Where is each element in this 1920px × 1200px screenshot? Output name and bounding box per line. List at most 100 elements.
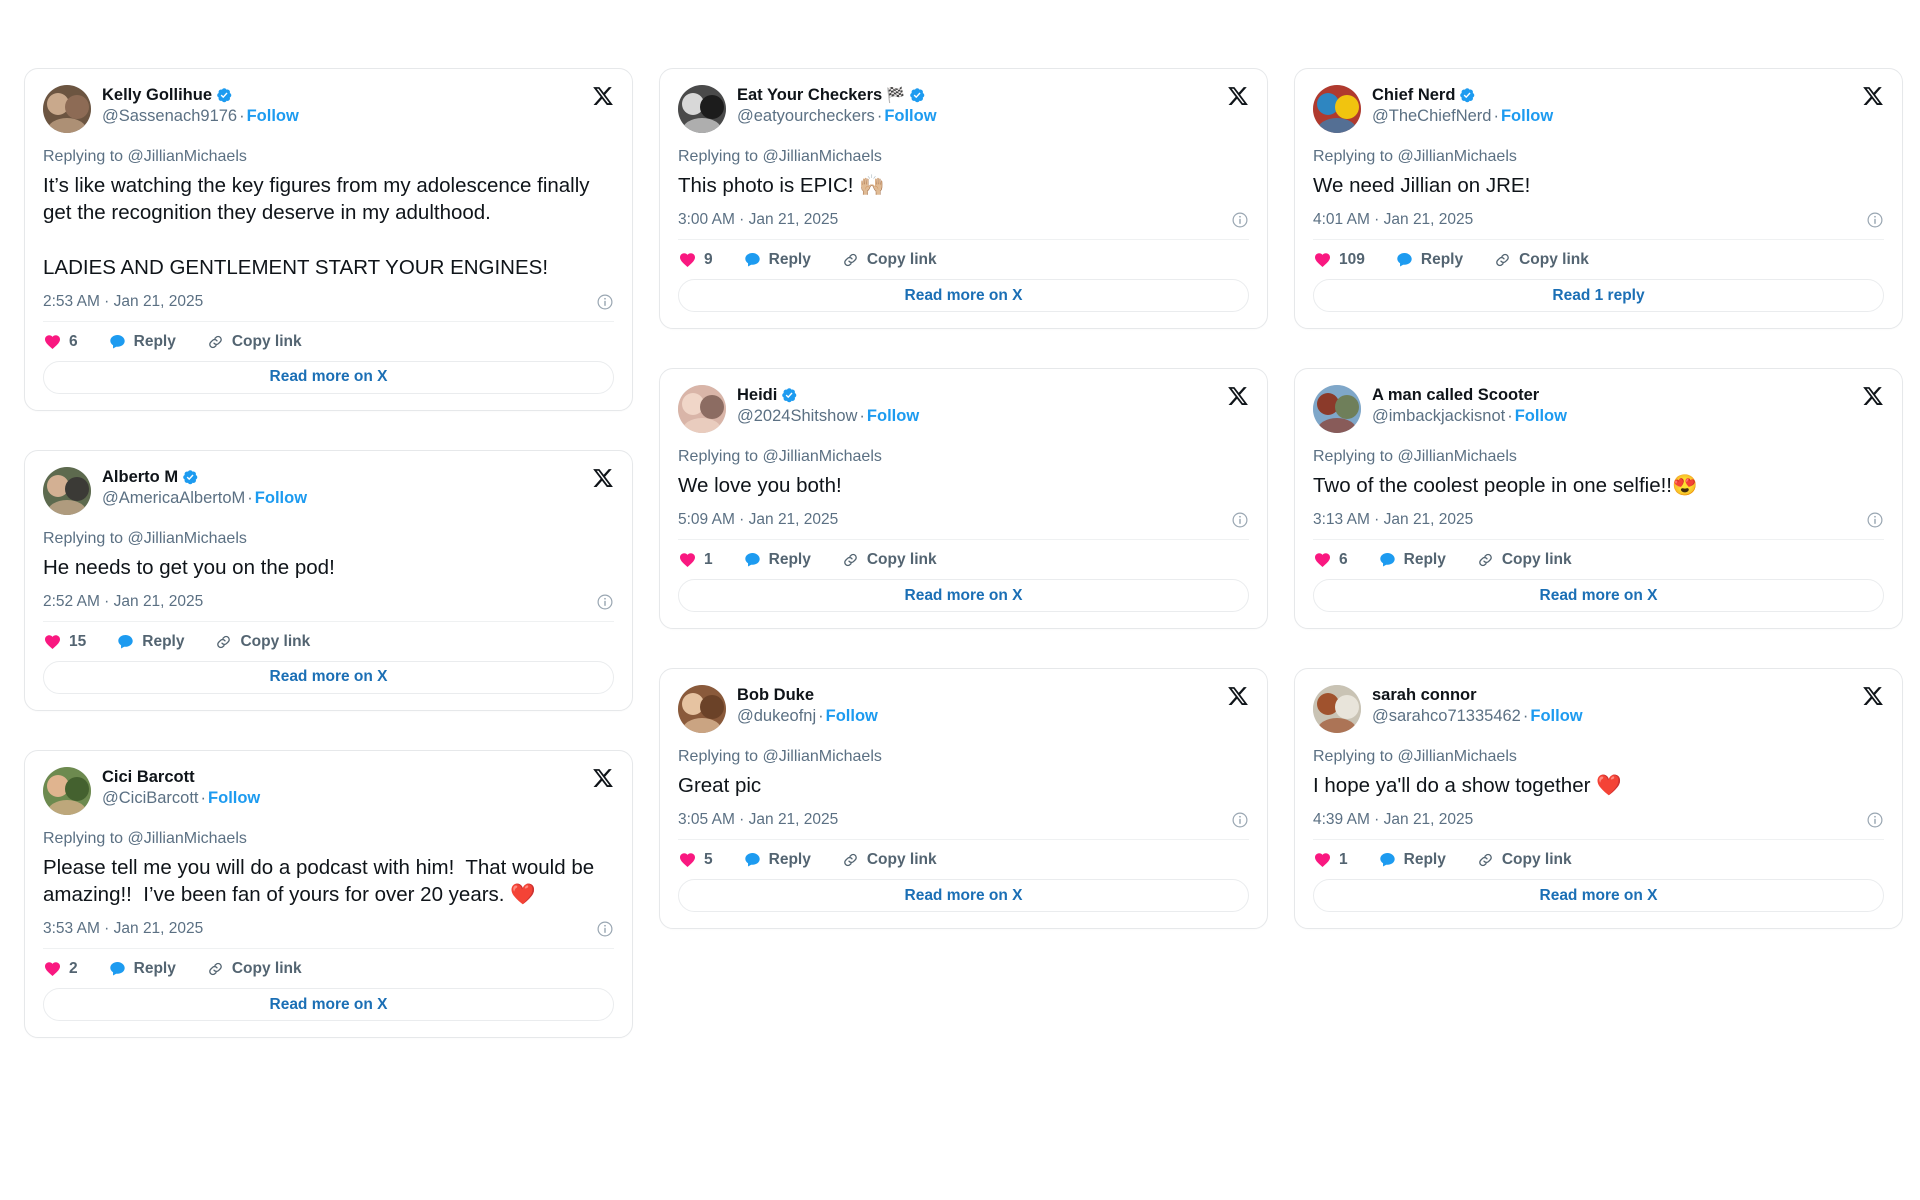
reply-action[interactable]: Reply <box>108 960 176 978</box>
author-handle[interactable]: @imbackjackisnot <box>1372 407 1505 425</box>
x-logo-icon[interactable] <box>1862 85 1884 107</box>
link-chain-icon[interactable] <box>1476 551 1495 569</box>
author-display-name[interactable]: Bob Duke <box>737 686 814 705</box>
info-icon[interactable] <box>1231 211 1249 229</box>
author-handle[interactable]: @dukeofnj <box>737 707 816 725</box>
link-chain-icon[interactable] <box>841 851 860 869</box>
read-more-button[interactable]: Read more on X <box>43 660 614 694</box>
x-logo-icon[interactable] <box>1862 685 1884 707</box>
speech-bubble-icon[interactable] <box>116 633 135 651</box>
reply-action[interactable]: Reply <box>116 633 184 651</box>
reply-action[interactable]: Reply <box>1378 851 1446 869</box>
x-logo-icon[interactable] <box>1227 385 1249 407</box>
author-handle[interactable]: @Sassenach9176 <box>102 107 237 125</box>
heart-icon[interactable] <box>1313 251 1332 269</box>
x-logo-icon[interactable] <box>1227 85 1249 107</box>
x-logo-icon[interactable] <box>1862 85 1884 107</box>
avatar[interactable] <box>43 766 91 815</box>
x-logo-icon[interactable] <box>592 467 614 489</box>
heart-icon[interactable] <box>678 551 697 569</box>
author-display-name[interactable]: Chief Nerd <box>1372 86 1455 105</box>
heart-icon[interactable] <box>678 851 697 869</box>
avatar[interactable] <box>1313 385 1361 434</box>
reply-action[interactable]: Reply <box>743 251 811 269</box>
info-icon[interactable] <box>596 593 614 611</box>
follow-button[interactable]: Follow <box>1501 107 1553 125</box>
read-more-button[interactable]: Read more on X <box>678 279 1249 313</box>
speech-bubble-icon[interactable] <box>1378 551 1397 569</box>
info-icon[interactable] <box>596 920 614 938</box>
copy-link-action[interactable]: Copy link <box>1476 551 1572 569</box>
speech-bubble-icon[interactable] <box>1395 251 1414 269</box>
avatar[interactable] <box>43 85 91 133</box>
x-logo-icon[interactable] <box>1227 385 1249 407</box>
author-display-name[interactable]: A man called Scooter <box>1372 386 1539 405</box>
info-icon[interactable] <box>1231 511 1249 529</box>
avatar[interactable] <box>1313 85 1361 133</box>
info-icon[interactable] <box>596 593 614 611</box>
avatar[interactable] <box>678 385 726 434</box>
speech-bubble-icon[interactable] <box>743 551 762 569</box>
follow-button[interactable]: Follow <box>1515 407 1567 425</box>
reply-action[interactable]: Reply <box>108 333 176 351</box>
link-chain-icon[interactable] <box>841 551 860 569</box>
avatar[interactable] <box>678 85 726 133</box>
x-logo-icon[interactable] <box>1227 685 1249 707</box>
copy-link-action[interactable]: Copy link <box>841 851 937 869</box>
like-action[interactable]: 6 <box>1313 551 1348 569</box>
follow-button[interactable]: Follow <box>884 107 936 125</box>
heart-icon[interactable] <box>678 251 697 269</box>
avatar[interactable] <box>1313 685 1361 734</box>
author-handle[interactable]: @CiciBarcott <box>102 789 199 807</box>
info-icon[interactable] <box>1866 211 1884 229</box>
info-icon[interactable] <box>1231 211 1249 229</box>
author-display-name[interactable]: Cici Barcott <box>102 768 195 787</box>
speech-bubble-icon[interactable] <box>108 333 127 351</box>
x-logo-icon[interactable] <box>592 767 614 789</box>
x-logo-icon[interactable] <box>592 767 614 789</box>
speech-bubble-icon[interactable] <box>743 851 762 869</box>
heart-icon[interactable] <box>43 333 62 351</box>
info-icon[interactable] <box>1231 811 1249 829</box>
author-handle[interactable]: @TheChiefNerd <box>1372 107 1491 125</box>
speech-bubble-icon[interactable] <box>1378 851 1397 869</box>
read-more-button[interactable]: Read more on X <box>43 988 614 1022</box>
read-more-button[interactable]: Read more on X <box>1313 579 1884 613</box>
info-icon[interactable] <box>1866 511 1884 529</box>
follow-button[interactable]: Follow <box>1530 707 1582 725</box>
avatar[interactable] <box>43 466 91 515</box>
info-icon[interactable] <box>1866 211 1884 229</box>
author-handle[interactable]: @eatyourcheckers <box>737 107 875 125</box>
x-logo-icon[interactable] <box>1862 385 1884 407</box>
like-action[interactable]: 1 <box>1313 851 1348 869</box>
info-icon[interactable] <box>1231 511 1249 529</box>
info-icon[interactable] <box>596 293 614 311</box>
like-action[interactable]: 5 <box>678 851 713 869</box>
like-action[interactable]: 2 <box>43 960 78 978</box>
copy-link-action[interactable]: Copy link <box>206 960 302 978</box>
reply-action[interactable]: Reply <box>1378 551 1446 569</box>
info-icon[interactable] <box>1231 811 1249 829</box>
x-logo-icon[interactable] <box>592 85 614 107</box>
reply-action[interactable]: Reply <box>1395 251 1463 269</box>
author-handle[interactable]: @sarahco71335462 <box>1372 707 1521 725</box>
link-chain-icon[interactable] <box>1476 851 1495 869</box>
follow-button[interactable]: Follow <box>867 407 919 425</box>
read-more-button[interactable]: Read more on X <box>678 879 1249 913</box>
link-chain-icon[interactable] <box>214 633 233 651</box>
like-action[interactable]: 15 <box>43 633 86 651</box>
like-action[interactable]: 109 <box>1313 251 1365 269</box>
speech-bubble-icon[interactable] <box>743 251 762 269</box>
author-handle[interactable]: @2024Shitshow <box>737 407 857 425</box>
x-logo-icon[interactable] <box>1862 385 1884 407</box>
x-logo-icon[interactable] <box>1227 85 1249 107</box>
link-chain-icon[interactable] <box>1493 251 1512 269</box>
like-action[interactable]: 9 <box>678 251 713 269</box>
author-display-name[interactable]: Alberto M <box>102 468 178 487</box>
x-logo-icon[interactable] <box>592 467 614 489</box>
link-chain-icon[interactable] <box>206 333 225 351</box>
heart-icon[interactable] <box>43 960 62 978</box>
x-logo-icon[interactable] <box>1227 685 1249 707</box>
author-display-name[interactable]: Eat Your Checkers <box>737 86 882 105</box>
heart-icon[interactable] <box>1313 851 1332 869</box>
